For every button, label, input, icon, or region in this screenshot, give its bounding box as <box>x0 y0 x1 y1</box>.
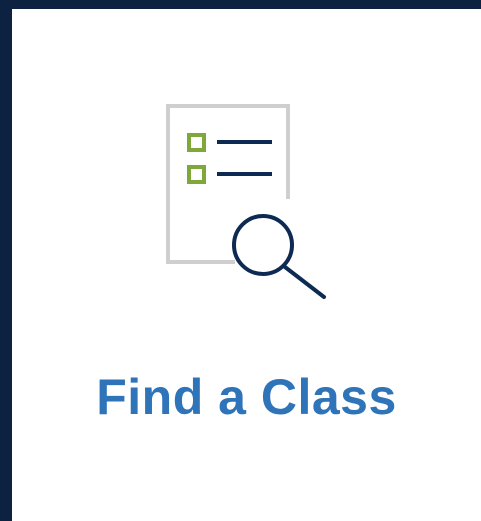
magnifier-handle <box>283 265 326 299</box>
checkbox-icon <box>187 165 206 184</box>
magnifier-lens <box>232 214 294 276</box>
find-a-class-card[interactable]: Find a Class <box>12 9 481 521</box>
checkbox-icon <box>187 133 206 152</box>
document-search-icon <box>12 9 481 521</box>
card-title: Find a Class <box>96 369 397 425</box>
